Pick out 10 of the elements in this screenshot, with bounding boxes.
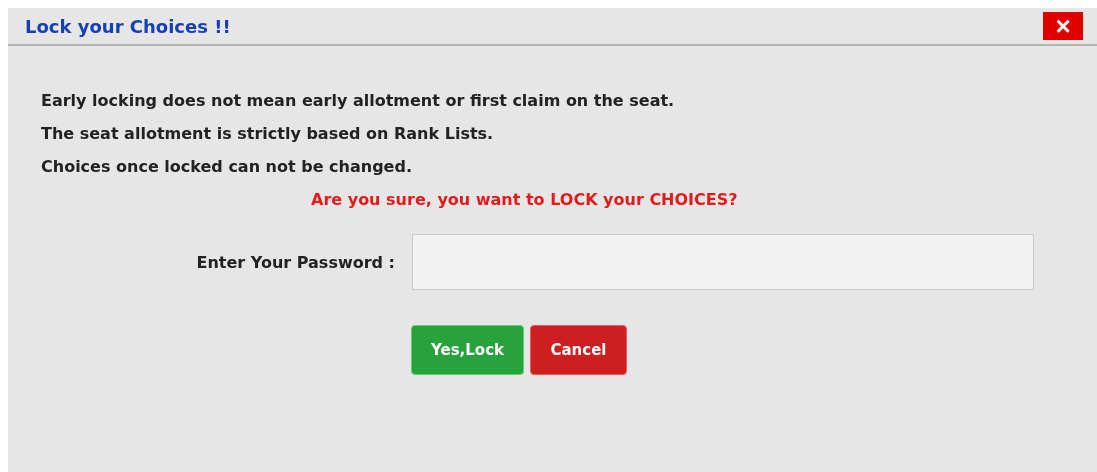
message-text: Early locking does not mean early allotment or first claim on the seat. (41, 90, 676, 112)
warning-text: Are you sure, you want to LOCK your CHOICES? (310, 189, 739, 211)
message-text: The seat allotment is strictly based on Rank Lists. (41, 123, 495, 145)
dialog-title: Lock your Choices !! (25, 15, 231, 37)
lock-button[interactable]: Yes,Lock (411, 325, 524, 375)
password-field[interactable] (412, 234, 1034, 290)
cancel-button[interactable]: Cancel (530, 325, 627, 375)
message-text: Choices once locked can not be changed. (41, 156, 413, 178)
close-button[interactable]: × (1043, 12, 1083, 40)
password-label: Enter Your Password : (195, 252, 396, 272)
